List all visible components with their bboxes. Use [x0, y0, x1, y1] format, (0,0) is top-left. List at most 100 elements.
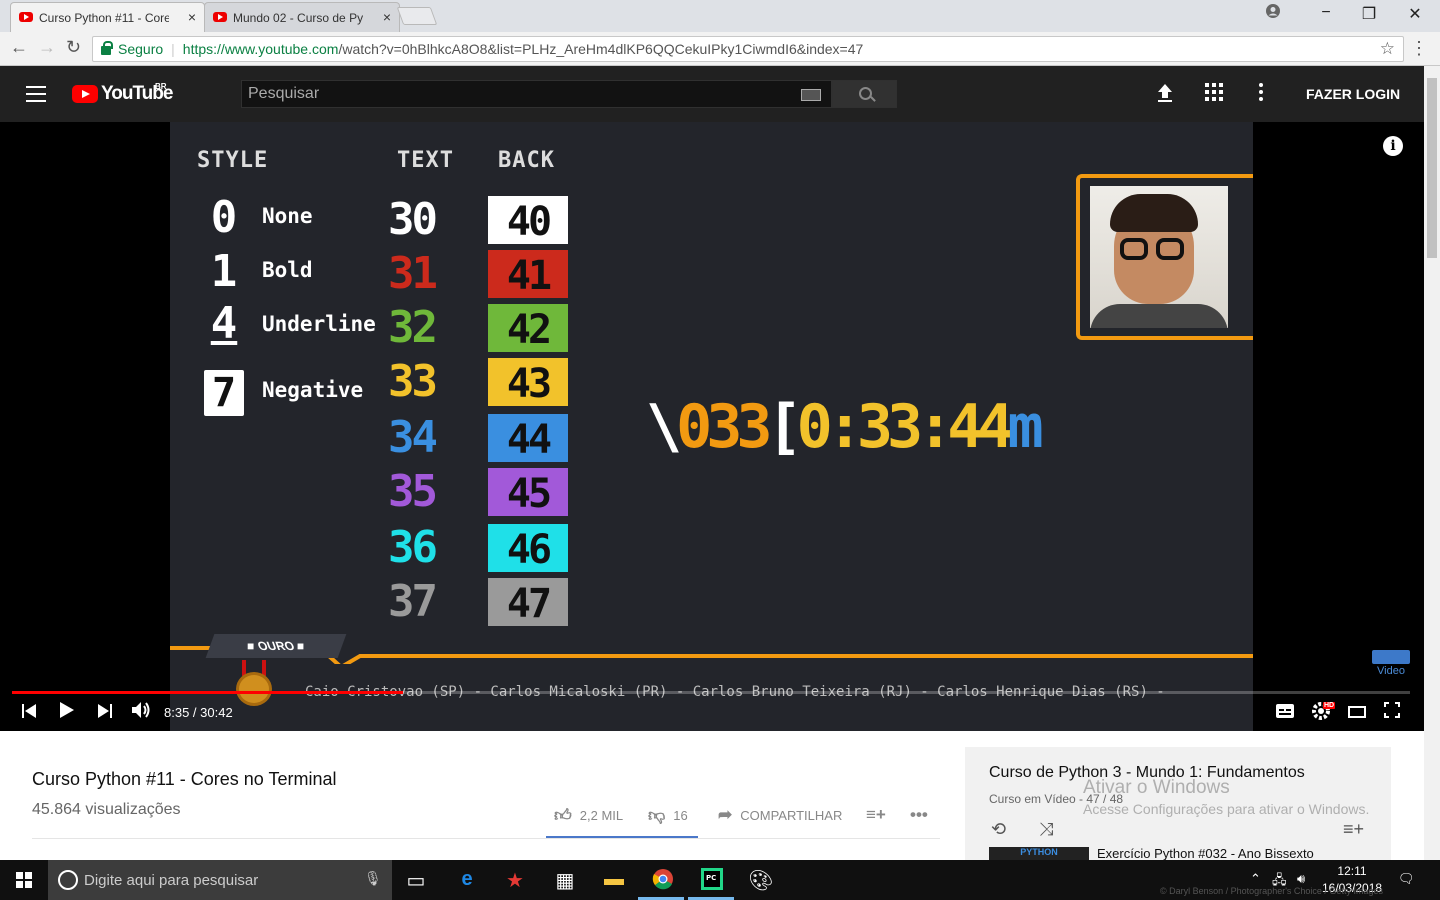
like-count: 2,2 MIL — [579, 808, 624, 823]
url-path: /watch?v=0hBlhkcA8O8&list=PLHz_AreHm4dlK… — [338, 41, 864, 57]
page-scrollbar[interactable] — [1424, 66, 1440, 860]
youtube-favicon-icon — [19, 12, 33, 22]
task-view-icon[interactable]: ▭ — [403, 868, 429, 892]
background-color-code: 46 — [488, 524, 568, 573]
play-icon[interactable] — [60, 702, 74, 723]
video-player[interactable]: STYLE TEXT BACK 0 None 1 Bold 4 Underlin… — [0, 122, 1424, 731]
next-video-thumbnail[interactable]: PYTHON — [989, 847, 1089, 860]
back-column-header: BACK — [498, 148, 555, 173]
back-arrow-icon[interactable]: ← — [10, 37, 28, 58]
address-bar[interactable]: Seguro | https://www.youtube.com /watch?… — [92, 36, 1404, 62]
cortana-icon — [58, 870, 78, 890]
text-color-code: 35 — [388, 466, 438, 517]
youtube-favicon-icon — [213, 12, 227, 22]
tab-mundo-02[interactable]: Mundo 02 - Curso de Py × — [204, 2, 400, 32]
profile-icon[interactable] — [1250, 4, 1296, 23]
upload-icon[interactable] — [1156, 83, 1174, 109]
text-color-code: 30 — [388, 194, 438, 245]
pycharm-icon[interactable]: PC — [699, 868, 725, 892]
volume-tray-icon[interactable]: 🔊︎ — [1297, 871, 1305, 887]
windows-start-icon[interactable] — [16, 872, 33, 888]
share-button[interactable]: ➦ COMPARTILHAR — [718, 805, 842, 825]
dislike-button[interactable]: 👎︎ 16 — [648, 805, 688, 826]
search-button[interactable] — [832, 80, 897, 108]
apps-grid-icon[interactable] — [1205, 83, 1223, 107]
view-count: 45.864 visualizações — [32, 801, 181, 818]
previous-icon[interactable] — [22, 702, 36, 723]
keyboard-icon[interactable] — [801, 89, 821, 101]
save-playlist-icon[interactable]: ≡+ — [1343, 819, 1364, 840]
loop-icon[interactable]: ⟲ — [991, 819, 1006, 840]
microphone-icon[interactable]: 🎙︎ — [364, 870, 382, 887]
taskbar-search-box[interactable]: Digite aqui para pesquisar 🎙︎ — [48, 860, 392, 900]
tab-close-icon[interactable]: × — [188, 9, 196, 25]
style-label: None — [262, 204, 313, 228]
close-window-button[interactable]: ✕ — [1392, 4, 1438, 24]
background-color-code: 40 — [488, 196, 568, 245]
more-vert-icon[interactable] — [1258, 83, 1264, 107]
taskbar-search-placeholder: Digite aqui para pesquisar — [84, 872, 259, 889]
youtube-logo-icon[interactable] — [72, 85, 98, 103]
like-button[interactable]: 👍︎ 2,2 MIL — [554, 805, 623, 826]
fullscreen-icon[interactable] — [1384, 702, 1400, 723]
background-color-code: 41 — [488, 250, 568, 299]
search-input[interactable]: Pesquisar — [241, 80, 832, 108]
reload-icon[interactable]: ↻ — [66, 37, 81, 58]
youtube-header: YouTube BR Pesquisar FAZER LOGIN — [0, 66, 1424, 122]
thumbs-up-icon: 👍︎ — [554, 806, 572, 825]
tab-curso-python-11[interactable]: Curso Python #11 - Core × — [10, 2, 205, 32]
edge-browser-icon[interactable]: e — [454, 868, 480, 892]
text-color-code: 36 — [388, 522, 438, 573]
theater-mode-icon[interactable] — [1348, 702, 1366, 723]
chrome-icon[interactable] — [650, 868, 676, 892]
scrollbar-thumb[interactable] — [1427, 78, 1437, 258]
style-code: 0 — [210, 192, 238, 243]
dislike-count: 16 — [673, 808, 688, 823]
escape-sequence: \033[0:33:44m — [646, 392, 1044, 462]
paint-icon[interactable]: 🎨︎ — [748, 868, 774, 892]
add-to-playlist-button[interactable]: ≡+ — [866, 805, 894, 825]
pokerstars-icon[interactable]: ★ — [502, 868, 528, 892]
tray-chevron-icon[interactable]: ⌃ — [1250, 871, 1261, 887]
region-label: BR — [155, 82, 167, 91]
file-explorer-icon[interactable]: ▬ — [601, 868, 627, 892]
next-icon[interactable] — [98, 702, 112, 723]
tab-close-icon[interactable]: × — [383, 9, 391, 25]
hamburger-menu-icon[interactable] — [26, 86, 46, 102]
notifications-icon[interactable]: 🗨︎ — [1398, 871, 1415, 887]
browser-toolbar: ← → ↻ Seguro | https://www.youtube.com /… — [0, 32, 1440, 66]
share-arrow-icon: ➦ — [718, 805, 733, 824]
hd-badge: HD — [1323, 702, 1336, 709]
address-separator: | — [171, 41, 175, 57]
style-column-header: STYLE — [197, 148, 269, 173]
background-color-code: 47 — [488, 578, 568, 627]
more-actions-button[interactable]: ••• — [910, 805, 936, 825]
presenter-webcam — [1076, 174, 1253, 340]
info-icon[interactable]: i — [1383, 136, 1403, 156]
share-label: COMPARTILHAR — [740, 807, 843, 823]
maximize-button[interactable]: ❐ — [1346, 4, 1392, 24]
minimize-button[interactable]: − — [1303, 4, 1349, 22]
style-code: 4 — [210, 298, 238, 349]
background-color-code: 43 — [488, 358, 568, 407]
background-color-code: 45 — [488, 468, 568, 517]
login-button[interactable]: FAZER LOGIN — [1306, 86, 1400, 102]
text-color-code: 34 — [388, 412, 438, 463]
channel-watermark[interactable]: Video — [1372, 650, 1410, 677]
subtitles-icon[interactable] — [1276, 702, 1294, 723]
presenter-image — [1090, 186, 1228, 328]
more-horiz-icon: ••• — [910, 805, 928, 824]
volume-icon[interactable] — [132, 702, 152, 723]
shuffle-icon[interactable]: ⤨ — [1039, 819, 1053, 840]
new-tab-button[interactable] — [396, 7, 438, 25]
windows-activation-title: Ativar o Windows — [1083, 777, 1230, 798]
next-video-title[interactable]: Exercício Python #032 - Ano Bissexto — [1097, 846, 1314, 861]
progress-bar[interactable] — [12, 691, 1410, 694]
escape-terminator: m — [1007, 392, 1044, 462]
forward-arrow-icon[interactable]: → — [38, 37, 56, 58]
browser-menu-icon[interactable]: ⋮ — [1410, 38, 1428, 59]
text-color-code: 33 — [388, 356, 438, 407]
security-label: Seguro — [118, 41, 164, 57]
bookmark-star-icon[interactable]: ☆ — [1380, 39, 1395, 59]
calculator-icon[interactable]: ▦ — [552, 868, 578, 892]
